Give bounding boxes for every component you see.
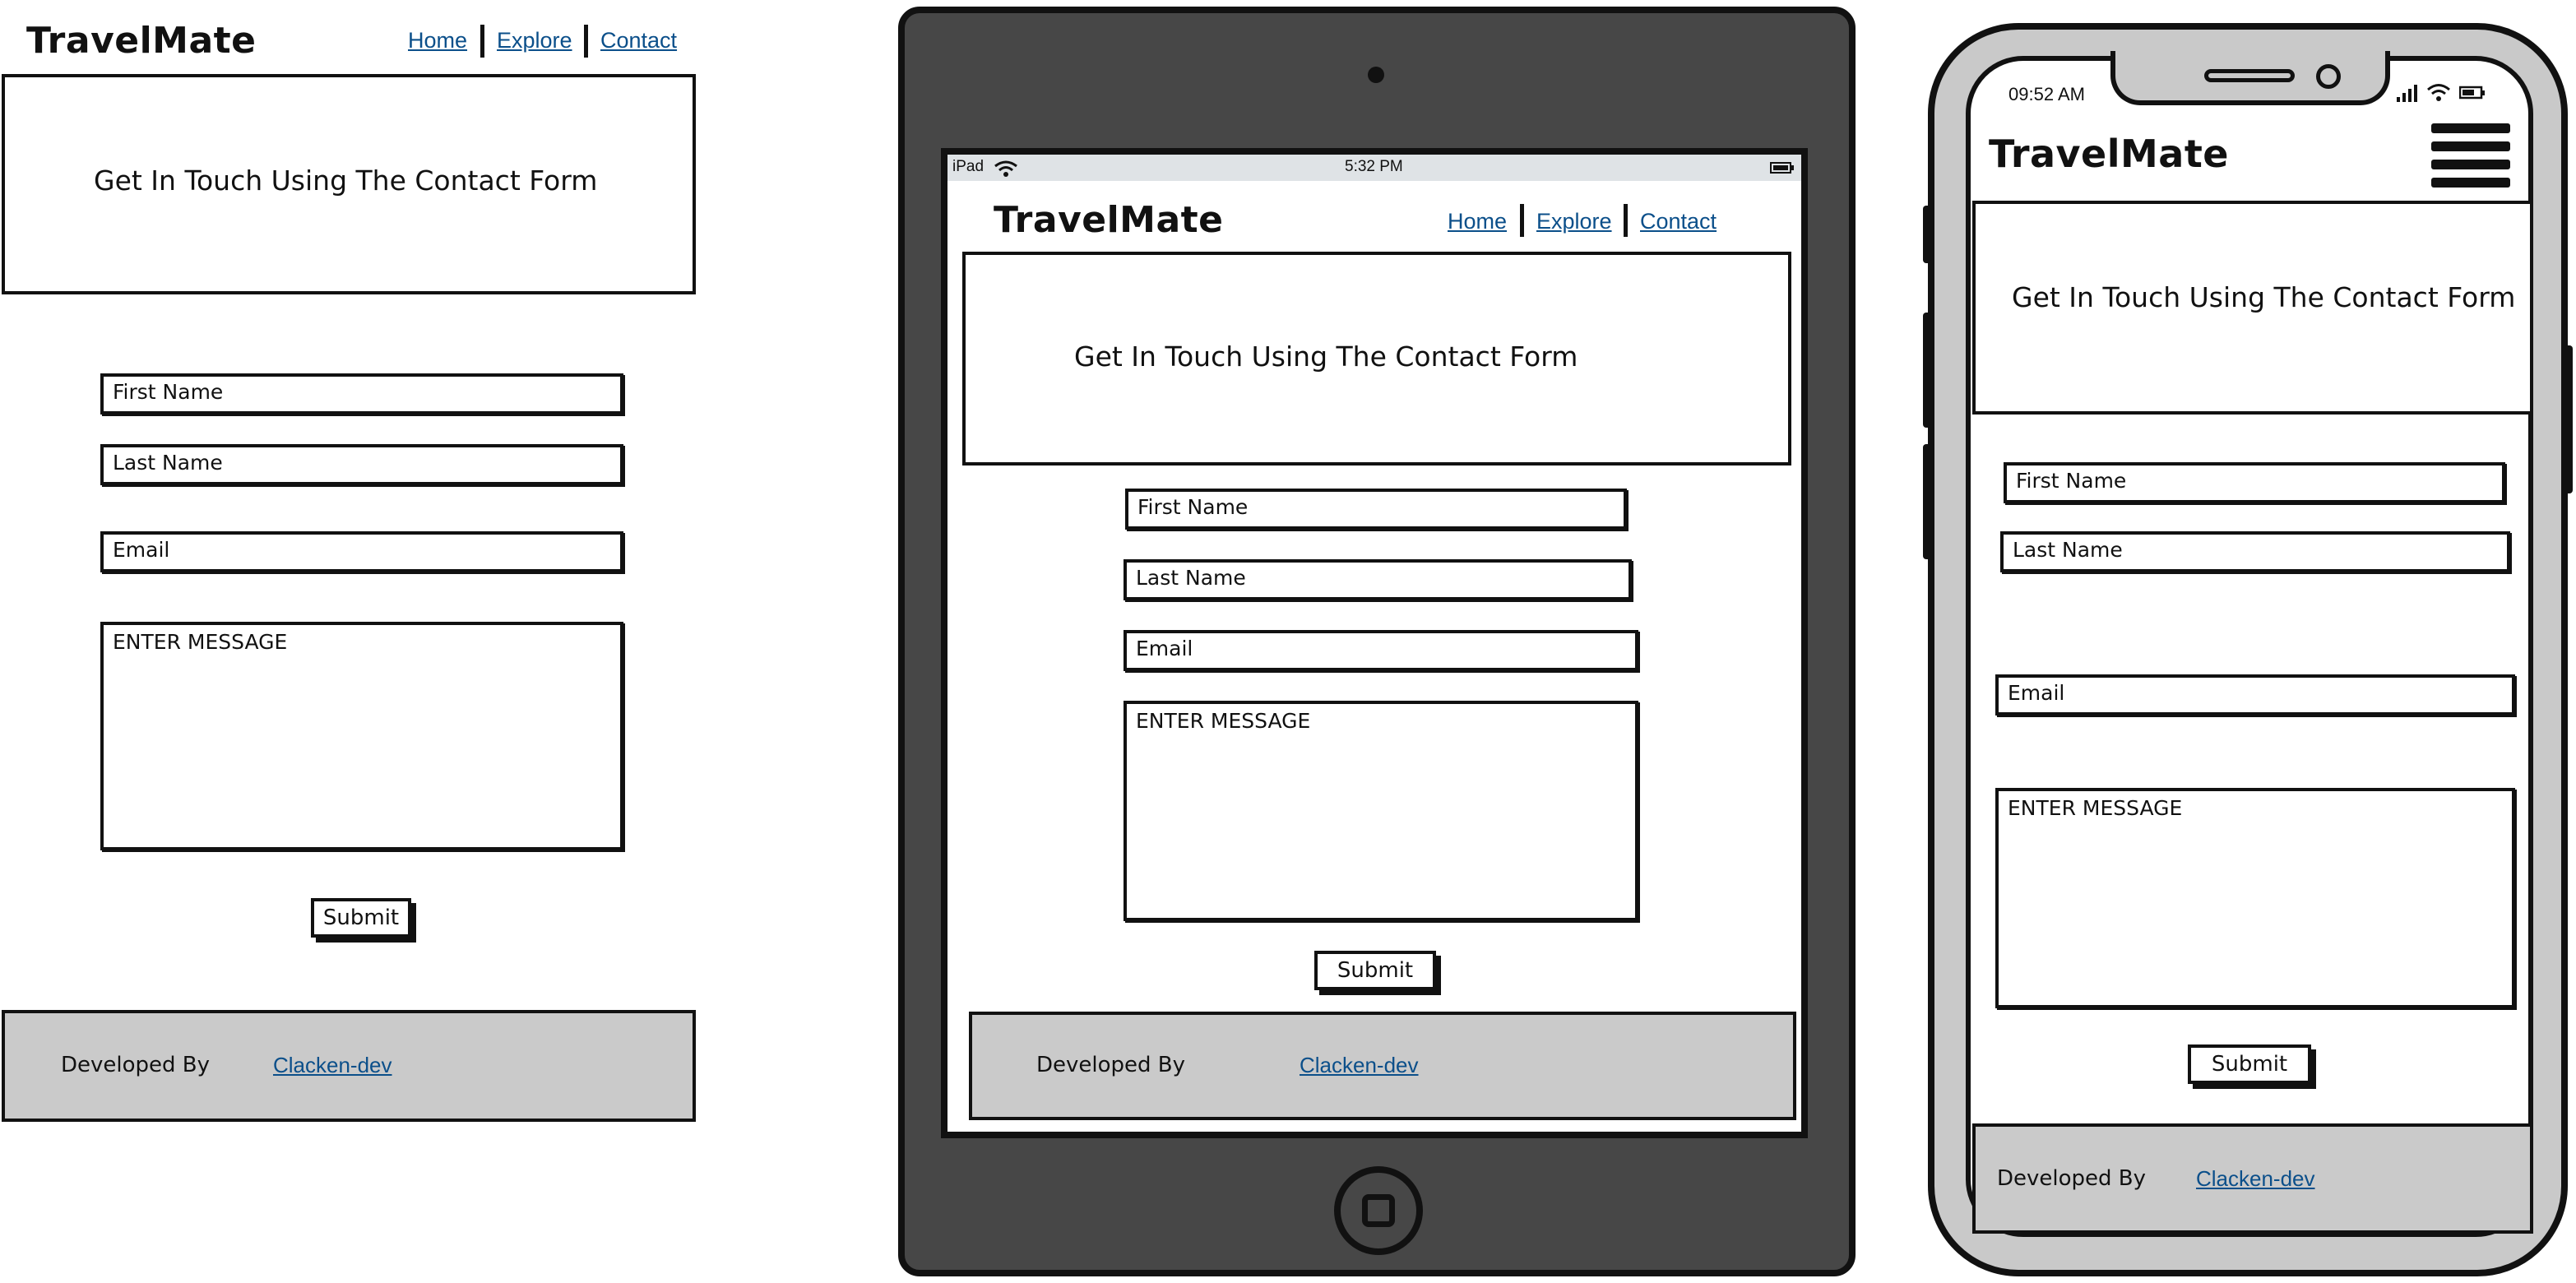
nav-contact-link[interactable]: Contact — [1640, 209, 1717, 234]
home-button-icon[interactable] — [1334, 1166, 1423, 1255]
submit-button[interactable]: Submit — [311, 898, 411, 938]
first-name-placeholder: First Name — [2016, 469, 2127, 493]
nav-contact-link[interactable]: Contact — [600, 28, 677, 53]
phone-side-button — [1923, 444, 1931, 559]
developed-by-label: Developed By — [1036, 1053, 1186, 1077]
hero-heading: Get In Touch Using The Contact Form — [94, 164, 598, 197]
last-name-placeholder: Last Name — [1136, 566, 1246, 590]
developer-link[interactable]: Clacken-dev — [273, 1053, 392, 1078]
speaker-icon — [2204, 69, 2295, 82]
email-input[interactable]: Email — [100, 531, 623, 572]
submit-button[interactable]: Submit — [1314, 951, 1436, 990]
first-name-input[interactable]: First Name — [100, 373, 623, 415]
last-name-placeholder: Last Name — [113, 451, 223, 475]
nav-home-link[interactable]: Home — [408, 28, 467, 53]
developed-by-label: Developed By — [1997, 1166, 2147, 1191]
email-placeholder: Email — [2008, 681, 2065, 705]
message-placeholder: ENTER MESSAGE — [2008, 796, 2183, 820]
email-placeholder: Email — [113, 538, 170, 562]
last-name-input[interactable]: Last Name — [1124, 559, 1632, 600]
nav-separator — [480, 25, 484, 58]
hamburger-menu-icon[interactable] — [2431, 123, 2510, 189]
footer: Developed By Clacken-dev — [969, 1012, 1796, 1120]
wifi-icon — [994, 160, 1017, 177]
phone-side-button — [1923, 313, 1931, 428]
footer: Developed By Clacken-dev — [2, 1010, 696, 1122]
first-name-input[interactable]: First Name — [2004, 462, 2505, 503]
battery-icon — [2459, 86, 2485, 100]
battery-icon — [1770, 162, 1794, 174]
submit-button[interactable]: Submit — [2188, 1044, 2311, 1084]
brand-logo[interactable]: TravelMate — [1989, 132, 2229, 176]
developer-link[interactable]: Clacken-dev — [1300, 1053, 1419, 1078]
nav-explore-link[interactable]: Explore — [497, 28, 572, 53]
nav-separator — [1624, 204, 1628, 237]
last-name-input[interactable]: Last Name — [2000, 531, 2510, 572]
first-name-input[interactable]: First Name — [1125, 489, 1627, 530]
message-textarea[interactable]: ENTER MESSAGE — [1124, 701, 1638, 921]
hero-heading: Get In Touch Using The Contact Form — [1074, 340, 1578, 373]
message-placeholder: ENTER MESSAGE — [113, 630, 288, 654]
brand-logo[interactable]: TravelMate — [26, 20, 257, 62]
status-time: 09:52 AM — [2008, 84, 2085, 104]
email-placeholder: Email — [1136, 637, 1193, 660]
wifi-icon — [2427, 84, 2450, 101]
last-name-input[interactable]: Last Name — [100, 444, 623, 485]
tablet-status-bar: iPad 5:32 PM — [947, 155, 1801, 181]
phone-side-button — [2564, 345, 2573, 493]
email-input[interactable]: Email — [1995, 674, 2515, 716]
signal-icon — [2397, 85, 2417, 102]
status-time: 5:32 PM — [1345, 158, 1403, 175]
message-textarea[interactable]: ENTER MESSAGE — [1995, 788, 2515, 1008]
message-placeholder: ENTER MESSAGE — [1136, 709, 1311, 733]
first-name-placeholder: First Name — [1137, 495, 1249, 519]
camera-icon — [2316, 64, 2341, 89]
first-name-placeholder: First Name — [113, 380, 224, 404]
developed-by-label: Developed By — [61, 1053, 211, 1077]
developer-link[interactable]: Clacken-dev — [2196, 1166, 2315, 1192]
brand-logo[interactable]: TravelMate — [994, 199, 1224, 241]
hero-heading: Get In Touch Using The Contact Form — [2012, 281, 2516, 313]
message-textarea[interactable]: ENTER MESSAGE — [100, 622, 623, 850]
nav-home-link[interactable]: Home — [1448, 209, 1507, 234]
camera-icon — [1368, 67, 1384, 83]
nav-separator — [584, 25, 588, 58]
footer: Developed By Clacken-dev — [1972, 1123, 2533, 1234]
last-name-placeholder: Last Name — [2013, 538, 2123, 562]
email-input[interactable]: Email — [1124, 630, 1638, 671]
nav-explore-link[interactable]: Explore — [1536, 209, 1612, 234]
device-label: iPad — [952, 158, 985, 175]
nav-separator — [1520, 204, 1524, 237]
phone-side-button — [1923, 206, 1931, 263]
